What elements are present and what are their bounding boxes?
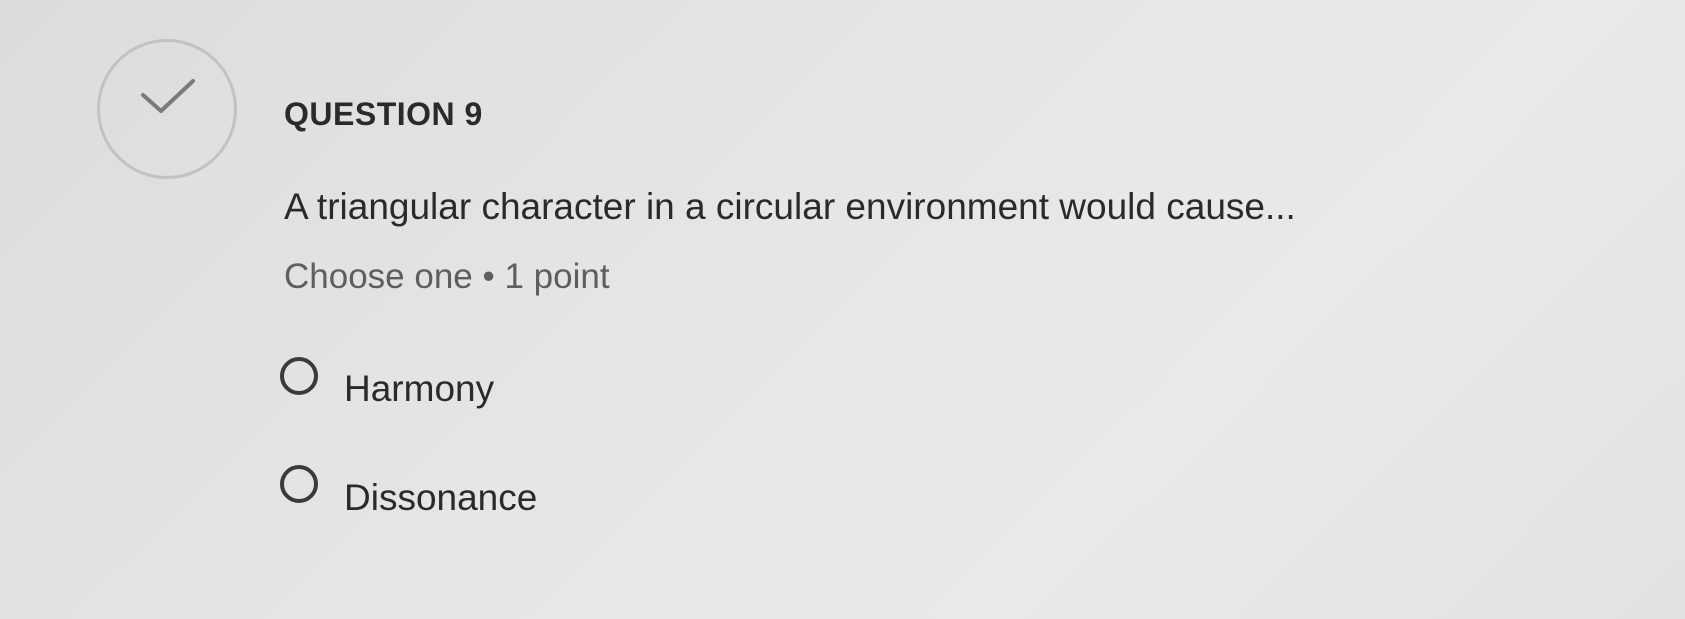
option-label: Dissonance	[344, 477, 538, 518]
question-meta: Choose one • 1 point	[284, 257, 610, 296]
option-dissonance[interactable]: Dissonance	[280, 447, 537, 521]
question-text: A triangular character in a circular env…	[284, 186, 1296, 227]
option-label: Harmony	[344, 368, 495, 409]
question-status-indicator	[97, 39, 237, 179]
question-block: QUESTION 9 A triangular character in a c…	[280, 92, 1584, 518]
check-icon	[141, 79, 195, 113]
option-harmony[interactable]: Harmony	[280, 340, 494, 412]
radio-button[interactable]	[280, 465, 318, 503]
question-number: QUESTION 9	[284, 96, 483, 132]
quiz-page: { "question": { "status_icon": "check-ic…	[0, 0, 1685, 619]
radio-button[interactable]	[280, 357, 318, 395]
